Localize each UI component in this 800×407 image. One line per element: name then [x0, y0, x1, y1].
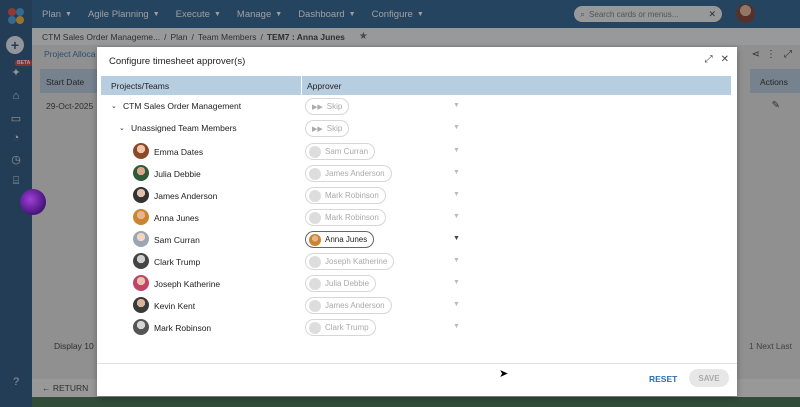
avatar	[309, 277, 321, 290]
avatar	[309, 299, 321, 312]
avatar	[133, 187, 149, 203]
team-row-label[interactable]: ⌄ Unassigned Team Members	[119, 123, 237, 133]
approver-select[interactable]: James Anderson	[305, 297, 392, 314]
avatar	[133, 209, 149, 225]
approver-value: Skip	[326, 124, 343, 133]
table-row: ⌄ CTM Sales Order Management ▶▶ Skip ▼	[97, 96, 737, 118]
approver-value: James Anderson	[325, 301, 385, 310]
avatar	[309, 145, 321, 158]
dropdown-caret-icon[interactable]: ▼	[453, 213, 460, 220]
table-header: Projects/Teams Approver	[101, 76, 731, 95]
table-row: Clark Trump Joseph Katherine ▼	[97, 251, 737, 273]
dropdown-caret-icon[interactable]: ▼	[453, 102, 460, 109]
avatar	[309, 321, 321, 334]
approver-select[interactable]: ▶▶ Skip	[305, 120, 350, 137]
approver-value: Joseph Katherine	[325, 257, 388, 266]
project-row-label[interactable]: ⌄ CTM Sales Order Management	[111, 101, 241, 111]
modal-title: Configure timesheet approver(s)	[109, 56, 246, 67]
member-name: Anna Junes	[154, 213, 199, 223]
avatar	[133, 297, 149, 313]
approver-select[interactable]: Clark Trump	[305, 319, 376, 336]
approver-select[interactable]: Anna Junes	[305, 231, 375, 248]
row-label: CTM Sales Order Management	[123, 101, 242, 111]
chevron-down-icon[interactable]: ⌄	[111, 102, 119, 110]
chevron-down-icon[interactable]: ⌄	[119, 124, 127, 132]
table-row: Anna Junes Mark Robinson ▼	[97, 207, 737, 229]
dropdown-caret-icon[interactable]: ▼	[453, 257, 460, 264]
column-projects-teams: Projects/Teams	[111, 81, 170, 91]
skip-icon: ▶▶	[312, 103, 323, 111]
avatar	[133, 275, 149, 291]
approver-value: Sam Curran	[325, 147, 369, 156]
member-name: Sam Curran	[154, 235, 200, 245]
approver-value: Skip	[326, 102, 343, 111]
approver-select[interactable]: Mark Robinson	[305, 209, 386, 226]
member-name: Clark Trump	[154, 257, 201, 267]
approver-value: Julia Debbie	[325, 279, 370, 288]
approver-value: Clark Trump	[325, 323, 369, 332]
member-name: Mark Robinson	[154, 323, 212, 333]
table-row: Mark Robinson Clark Trump ▼	[97, 317, 737, 339]
dropdown-caret-icon[interactable]: ▼	[453, 147, 460, 154]
table-row: Kevin Kent James Anderson ▼	[97, 295, 737, 317]
approver-select[interactable]: Joseph Katherine	[305, 253, 395, 270]
member-name: James Anderson	[154, 191, 218, 201]
dropdown-caret-icon[interactable]: ▼	[453, 169, 460, 176]
table-row: Julia Debbie James Anderson ▼	[97, 163, 737, 185]
assistant-orb[interactable]	[20, 189, 46, 215]
reset-button[interactable]: RESET	[649, 374, 677, 384]
dropdown-caret-icon[interactable]: ▼	[453, 124, 460, 131]
approver-value: Anna Junes	[325, 235, 368, 244]
approver-select[interactable]: James Anderson	[305, 165, 392, 182]
column-approver: Approver	[307, 81, 342, 91]
header-divider	[301, 76, 302, 95]
close-icon[interactable]: ✕	[721, 54, 729, 65]
dropdown-caret-icon[interactable]: ▼	[453, 279, 460, 286]
approver-select[interactable]: Mark Robinson	[305, 187, 386, 204]
table-row: Sam Curran Anna Junes ▼	[97, 229, 737, 251]
avatar	[309, 167, 321, 180]
avatar	[309, 233, 321, 246]
approver-value: James Anderson	[325, 169, 385, 178]
dropdown-caret-icon[interactable]: ▼	[453, 301, 460, 308]
expand-icon[interactable]: ⤢	[705, 54, 713, 65]
approver-modal: Configure timesheet approver(s) ⤢ ✕ Proj…	[97, 47, 737, 396]
row-label: Unassigned Team Members	[131, 123, 237, 133]
dropdown-caret-icon[interactable]: ▼	[453, 191, 460, 198]
modal-controls: ⤢ ✕	[705, 54, 729, 65]
member-name: Julia Debbie	[154, 169, 201, 179]
approver-select[interactable]: Julia Debbie	[305, 275, 377, 292]
avatar	[133, 319, 149, 335]
table-row: ⌄ Unassigned Team Members ▶▶ Skip ▼	[97, 118, 737, 140]
mouse-cursor-icon: ➤	[499, 368, 509, 380]
approver-value: Mark Robinson	[325, 191, 379, 200]
approver-select[interactable]: ▶▶ Skip	[305, 98, 350, 115]
avatar	[133, 231, 149, 247]
member-name: Joseph Katherine	[154, 279, 221, 289]
dropdown-caret-icon[interactable]: ▼	[453, 235, 460, 242]
approver-value: Mark Robinson	[325, 213, 379, 222]
avatar	[133, 165, 149, 181]
avatar	[309, 189, 321, 202]
table-row: James Anderson Mark Robinson ▼	[97, 185, 737, 207]
table-row: Joseph Katherine Julia Debbie ▼	[97, 273, 737, 295]
approver-select[interactable]: Sam Curran	[305, 143, 376, 160]
save-button[interactable]: SAVE	[689, 369, 729, 387]
avatar	[133, 143, 149, 159]
avatar	[309, 255, 321, 268]
avatar	[133, 253, 149, 269]
footer-divider	[97, 363, 737, 364]
dropdown-caret-icon[interactable]: ▼	[453, 323, 460, 330]
skip-icon: ▶▶	[312, 125, 323, 133]
avatar	[309, 211, 321, 224]
table-row: Emma Dates Sam Curran ▼	[97, 141, 737, 163]
member-name: Emma Dates	[154, 147, 204, 157]
member-name: Kevin Kent	[154, 301, 196, 311]
